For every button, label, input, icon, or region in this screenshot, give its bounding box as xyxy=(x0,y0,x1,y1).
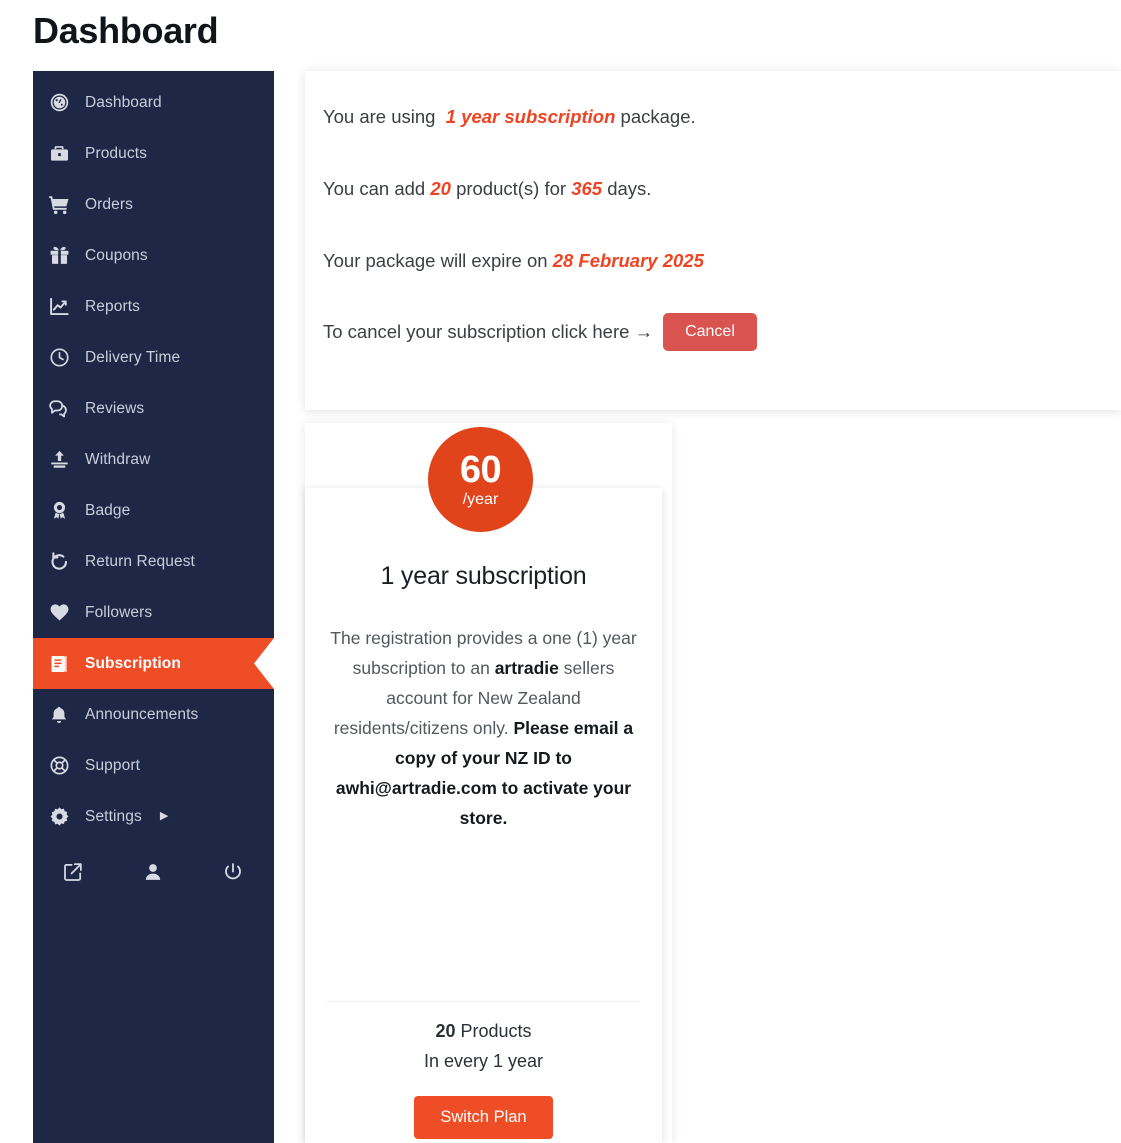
external-link-icon[interactable] xyxy=(33,862,113,882)
sidebar-item-reports[interactable]: Reports xyxy=(33,281,274,332)
sidebar-item-label: Dashboard xyxy=(85,93,162,111)
sidebar-item-dashboard[interactable]: Dashboard xyxy=(33,77,274,128)
briefcase-icon xyxy=(33,143,85,164)
info-line-package: You are using 1 year subscription packag… xyxy=(323,105,1121,129)
sidebar-item-withdraw[interactable]: Withdraw xyxy=(33,434,274,485)
plan-footer: 20 Products In every 1 year Switch Plan xyxy=(305,1016,662,1139)
plan-products-label: Products xyxy=(455,1021,532,1041)
lifebuoy-icon xyxy=(33,755,85,776)
subscription-info-panel: You are using 1 year subscription packag… xyxy=(305,71,1121,410)
cancel-instruction-text: To cancel your subscription click here → xyxy=(323,321,654,342)
power-icon[interactable] xyxy=(193,862,273,882)
sidebar-item-label: Announcements xyxy=(85,705,199,723)
bell-icon xyxy=(33,705,85,725)
plan-description: The registration provides a one (1) year… xyxy=(326,623,642,833)
award-icon xyxy=(33,500,85,521)
sidebar-item-label: Delivery Time xyxy=(85,348,181,366)
sidebar-item-coupons[interactable]: Coupons xyxy=(33,230,274,281)
info-products-count: 20 xyxy=(430,178,451,199)
sidebar-item-delivery-time[interactable]: Delivery Time xyxy=(33,332,274,383)
gear-icon xyxy=(33,806,85,827)
info-line-expiry-prefix: Your package will expire on xyxy=(323,250,548,271)
sidebar-item-label: Withdraw xyxy=(85,450,151,468)
price-amount: 60 xyxy=(459,448,502,491)
clock-icon xyxy=(33,347,85,368)
info-line-package-suffix: package. xyxy=(620,106,696,127)
plan-title: 1 year subscription xyxy=(380,562,587,590)
sidebar-item-label: Reports xyxy=(85,297,140,315)
plan-period-note: In every 1 year xyxy=(423,1051,544,1071)
chart-line-icon xyxy=(33,296,85,317)
sidebar-item-label: Support xyxy=(85,756,140,774)
sidebar-item-label: Reviews xyxy=(85,399,145,417)
sidebar-item-label: Orders xyxy=(85,195,133,213)
sidebar-item-label: Badge xyxy=(85,501,131,519)
info-line-products-suffix: days. xyxy=(607,178,652,199)
subscription-plan-card: 1 year subscription The registration pro… xyxy=(305,488,662,1143)
gift-icon xyxy=(33,245,85,266)
page-title: Dashboard xyxy=(33,10,219,51)
info-line-expiry: Your package will expire on 28 February … xyxy=(323,249,1121,273)
undo-icon xyxy=(33,551,85,572)
sidebar-item-reviews[interactable]: Reviews xyxy=(33,383,274,434)
sidebar-item-label: Coupons xyxy=(85,246,148,264)
price-badge: 60 /year xyxy=(428,427,533,532)
plan-card-area: 60 /year 1 year subscription The registr… xyxy=(305,423,672,1143)
sidebar-item-badge[interactable]: Badge xyxy=(33,485,274,536)
info-line-products-mid: product(s) for xyxy=(456,178,567,199)
cancel-subscription-row: To cancel your subscription click here →… xyxy=(323,313,1121,351)
sidebar-item-label: Return Request xyxy=(85,552,195,570)
sidebar-item-orders[interactable]: Orders xyxy=(33,179,274,230)
sidebar-item-label: Subscription xyxy=(85,654,181,672)
book-icon xyxy=(33,654,85,674)
sidebar-item-label: Products xyxy=(85,144,147,162)
sidebar-item-label: Settings xyxy=(85,807,142,825)
info-expiry-date: 28 February 2025 xyxy=(552,250,704,271)
plan-products-line: 20 Products xyxy=(305,1016,662,1046)
sidebar-item-settings[interactable]: Settings ▶ xyxy=(33,791,274,842)
sidebar-item-followers[interactable]: Followers xyxy=(33,587,274,638)
dashboard-page: Dashboard Dashboard Products Orders Coup… xyxy=(0,0,1121,1143)
upload-icon xyxy=(33,449,85,470)
sidebar-item-subscription[interactable]: Subscription xyxy=(33,638,274,689)
info-line-package-prefix: You are using xyxy=(323,106,436,127)
sidebar-nav-list: Dashboard Products Orders Coupons Report… xyxy=(33,71,274,898)
sidebar-item-support[interactable]: Support xyxy=(33,740,274,791)
sidebar: Dashboard Products Orders Coupons Report… xyxy=(33,71,274,1143)
user-icon[interactable] xyxy=(113,862,193,882)
plan-brand-name: artradie xyxy=(494,658,559,678)
cancel-subscription-button[interactable]: Cancel xyxy=(663,313,757,351)
info-line-products-prefix: You can add xyxy=(323,178,426,199)
speedometer-icon xyxy=(33,92,85,113)
plan-divider xyxy=(327,1001,640,1002)
active-indicator-notch xyxy=(254,638,274,689)
price-period: /year xyxy=(462,490,499,508)
heart-icon xyxy=(33,602,85,623)
sidebar-item-label: Followers xyxy=(85,603,153,621)
comments-icon xyxy=(33,398,85,420)
plan-products-count: 20 xyxy=(435,1021,456,1041)
info-days-count: 365 xyxy=(571,178,603,199)
sidebar-bottom-icon-row xyxy=(33,842,274,898)
switch-plan-button[interactable]: Switch Plan xyxy=(414,1096,553,1139)
shopping-cart-icon xyxy=(33,194,85,216)
sidebar-item-announcements[interactable]: Announcements xyxy=(33,689,274,740)
sidebar-item-products[interactable]: Products xyxy=(33,128,274,179)
info-package-name: 1 year subscription xyxy=(445,106,616,127)
sidebar-item-return-request[interactable]: Return Request xyxy=(33,536,274,587)
chevron-right-icon[interactable]: ▶ xyxy=(160,811,168,822)
info-line-products: You can add 20 product(s) for 365 days. xyxy=(323,177,1121,201)
